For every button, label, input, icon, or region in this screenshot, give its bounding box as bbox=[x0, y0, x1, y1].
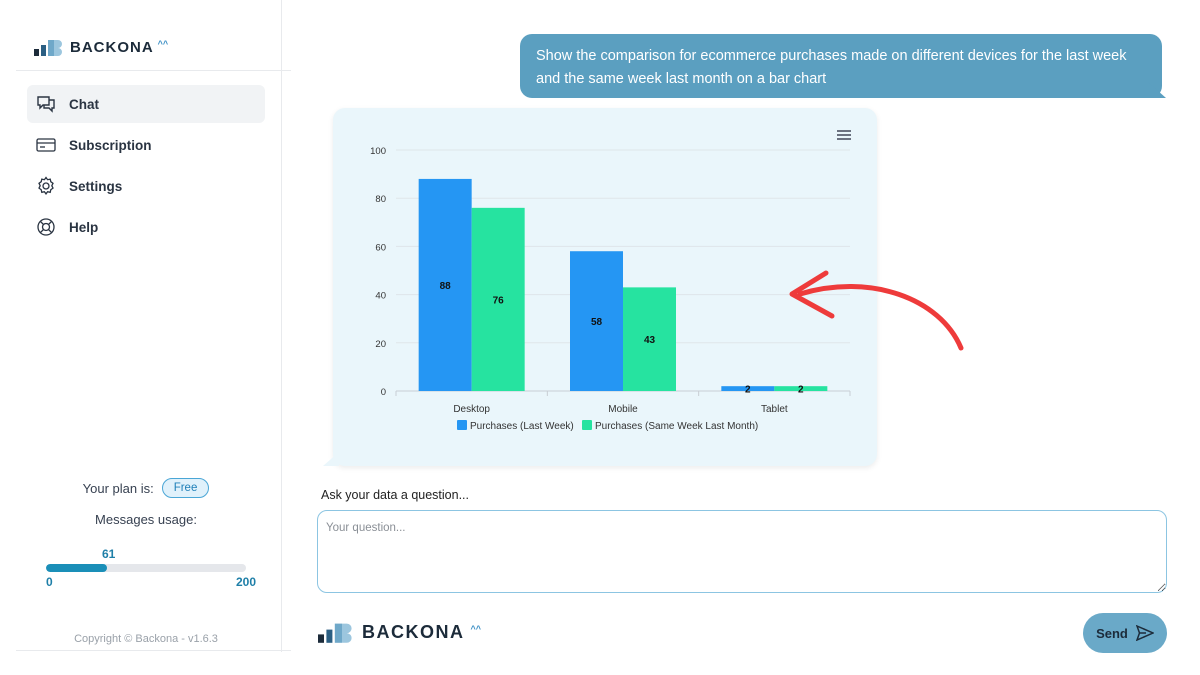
send-icon bbox=[1135, 625, 1154, 641]
x-tick-label: Tablet bbox=[761, 404, 788, 415]
user-message-text: Show the comparison for ecommerce purcha… bbox=[536, 48, 1127, 87]
footer-brand-logo: BACKONA ^^ bbox=[318, 621, 481, 643]
sidebar-item-help[interactable]: Help bbox=[27, 208, 265, 246]
user-message-bubble: Show the comparison for ecommerce purcha… bbox=[520, 34, 1162, 98]
data-label: 76 bbox=[493, 295, 505, 306]
data-label: 58 bbox=[591, 317, 603, 328]
sidebar-item-chat[interactable]: Chat bbox=[27, 85, 265, 123]
usage-label: Messages usage: bbox=[95, 512, 197, 527]
legend-swatch bbox=[582, 420, 592, 430]
usage-current: 61 bbox=[102, 547, 116, 561]
legend-label: Purchases (Same Week Last Month) bbox=[595, 421, 758, 432]
lifebuoy-icon bbox=[35, 216, 57, 238]
plan-info: Your plan is: Free Messages usage: bbox=[16, 478, 276, 527]
sidebar: BACKONA ^^ Chat Subscription Settings He… bbox=[16, 0, 291, 652]
plan-badge: Free bbox=[161, 478, 210, 498]
data-label: 88 bbox=[440, 281, 452, 292]
data-label: 2 bbox=[745, 385, 751, 396]
annotation-arrow-icon bbox=[789, 270, 964, 351]
sidebar-divider bbox=[16, 650, 291, 651]
plan-label: Your plan is: bbox=[82, 480, 154, 496]
chat-icon bbox=[35, 93, 57, 115]
y-tick-label: 60 bbox=[375, 242, 386, 253]
copyright: Copyright © Backona - v1.6.3 bbox=[74, 633, 218, 645]
sidebar-nav: Chat Subscription Settings Help bbox=[27, 85, 265, 249]
sidebar-item-settings[interactable]: Settings bbox=[27, 167, 265, 205]
chart-menu-icon[interactable] bbox=[837, 130, 851, 143]
gear-icon bbox=[35, 175, 57, 197]
y-tick-label: 100 bbox=[370, 146, 386, 157]
y-tick-label: 20 bbox=[375, 339, 386, 350]
usage-max: 200 bbox=[236, 575, 257, 589]
y-tick-label: 0 bbox=[381, 387, 386, 398]
sidebar-item-subscription[interactable]: Subscription bbox=[27, 126, 265, 164]
usage-fill bbox=[46, 564, 107, 572]
legend-swatch bbox=[457, 420, 467, 430]
data-label: 2 bbox=[798, 385, 804, 396]
sidebar-item-label: Subscription bbox=[69, 137, 152, 153]
question-input[interactable] bbox=[317, 510, 1167, 593]
sidebar-item-label: Settings bbox=[69, 178, 123, 194]
question-label: Ask your data a question... bbox=[321, 488, 470, 502]
brand-name: BACKONA bbox=[362, 621, 465, 642]
card-icon bbox=[35, 134, 57, 156]
send-label: Send bbox=[1096, 625, 1128, 641]
legend-label: Purchases (Last Week) bbox=[470, 421, 574, 432]
y-tick-label: 40 bbox=[375, 291, 386, 302]
sidebar-item-label: Chat bbox=[69, 96, 99, 112]
logo-icon bbox=[34, 40, 62, 56]
logo-icon bbox=[318, 623, 352, 643]
brand-mark: ^^ bbox=[157, 39, 169, 49]
data-label: 43 bbox=[644, 335, 656, 346]
sidebar-item-label: Help bbox=[69, 219, 99, 235]
y-tick-label: 80 bbox=[375, 194, 386, 205]
usage-track bbox=[46, 564, 246, 572]
plan-row: Your plan is: Free bbox=[16, 478, 276, 498]
chart-card-tail bbox=[323, 452, 339, 466]
brand-logo[interactable]: BACKONA ^^ bbox=[34, 38, 168, 56]
sidebar-divider bbox=[16, 70, 291, 71]
x-tick-label: Mobile bbox=[608, 404, 638, 415]
brand-mark: ^^ bbox=[470, 624, 482, 634]
send-button[interactable]: Send bbox=[1083, 613, 1167, 653]
brand-name: BACKONA bbox=[70, 38, 154, 56]
x-tick-label: Desktop bbox=[453, 404, 490, 415]
usage-min: 0 bbox=[46, 575, 53, 589]
